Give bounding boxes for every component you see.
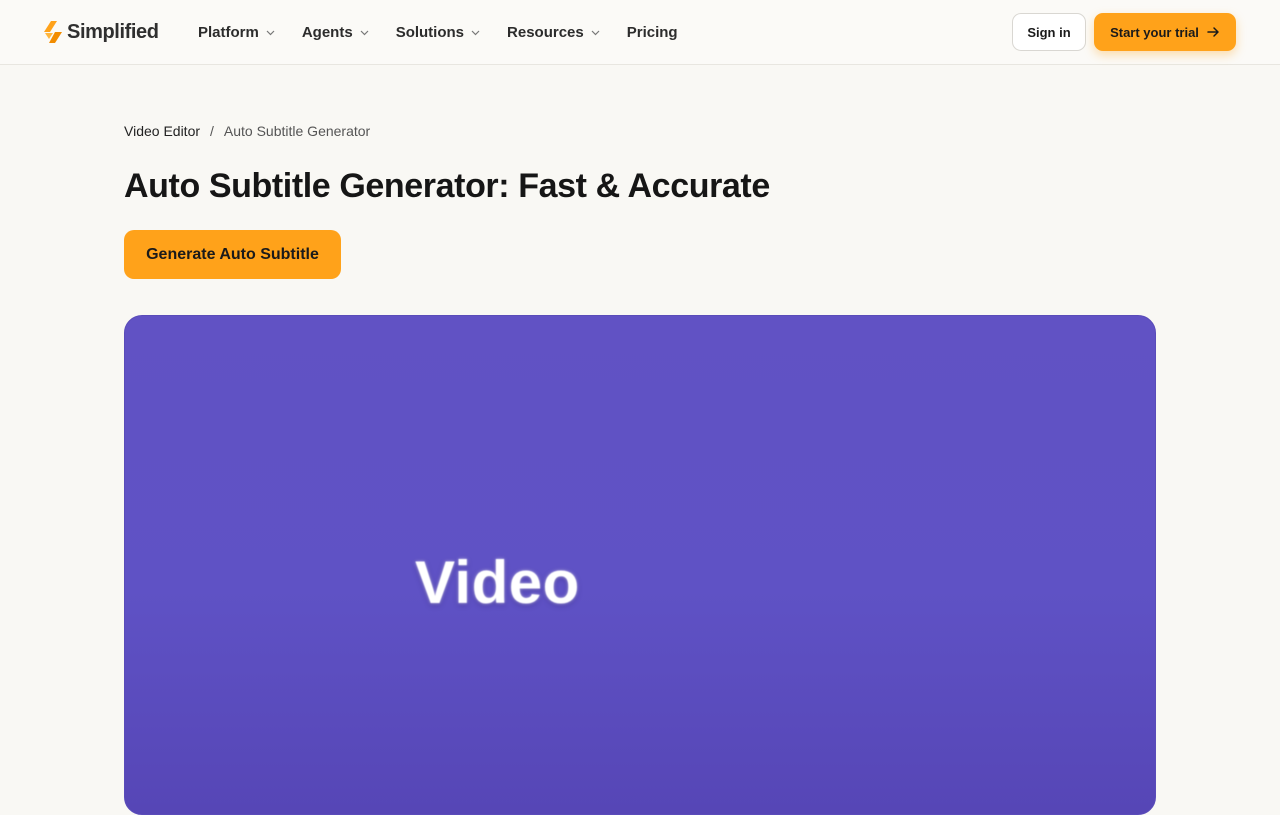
start-trial-button[interactable]: Start your trial [1094, 13, 1236, 51]
nav-item-platform[interactable]: Platform [198, 24, 275, 41]
sign-in-button[interactable]: Sign in [1012, 13, 1086, 51]
chevron-down-icon [471, 30, 480, 35]
breadcrumb-separator: / [210, 123, 214, 139]
nav-item-agents-label: Agents [301, 23, 353, 41]
nav-item-resources[interactable]: Resources [507, 24, 600, 41]
nav-item-pricing-label: Pricing [626, 23, 678, 41]
breadcrumb-current: Auto Subtitle Generator [223, 123, 371, 139]
start-trial-label: Start your trial [1110, 24, 1199, 40]
main-nav: Platform Agents Solutions Resources Pric… [198, 20, 705, 44]
simplified-logo-icon [44, 21, 62, 43]
page-title: Auto Subtitle Generator: Fast & Accurate [124, 167, 770, 205]
nav-item-pricing[interactable]: Pricing [627, 24, 678, 41]
nav-item-solutions-label: Solutions [395, 23, 465, 41]
video-preview[interactable]: Video [124, 315, 1156, 815]
generate-auto-subtitle-button[interactable]: Generate Auto Subtitle [124, 230, 341, 279]
breadcrumb-link-video-editor[interactable]: Video Editor [124, 123, 200, 139]
nav-item-solutions[interactable]: Solutions [396, 24, 480, 41]
chevron-down-icon [266, 30, 275, 35]
breadcrumb: Video Editor / Auto Subtitle Generator [124, 122, 370, 140]
logo-text: Simplified [67, 20, 159, 43]
video-overlay-text: Video [415, 549, 580, 616]
nav-item-platform-label: Platform [198, 23, 259, 41]
chevron-down-icon [591, 30, 600, 35]
arrow-right-icon [1207, 27, 1219, 37]
chevron-down-icon [360, 30, 369, 35]
simplified-logo[interactable]: Simplified [42, 19, 159, 45]
nav-item-agents[interactable]: Agents [302, 24, 369, 41]
nav-item-resources-label: Resources [507, 23, 584, 41]
top-navigation-bar: Simplified Platform Agents Solutions Res… [0, 0, 1280, 65]
